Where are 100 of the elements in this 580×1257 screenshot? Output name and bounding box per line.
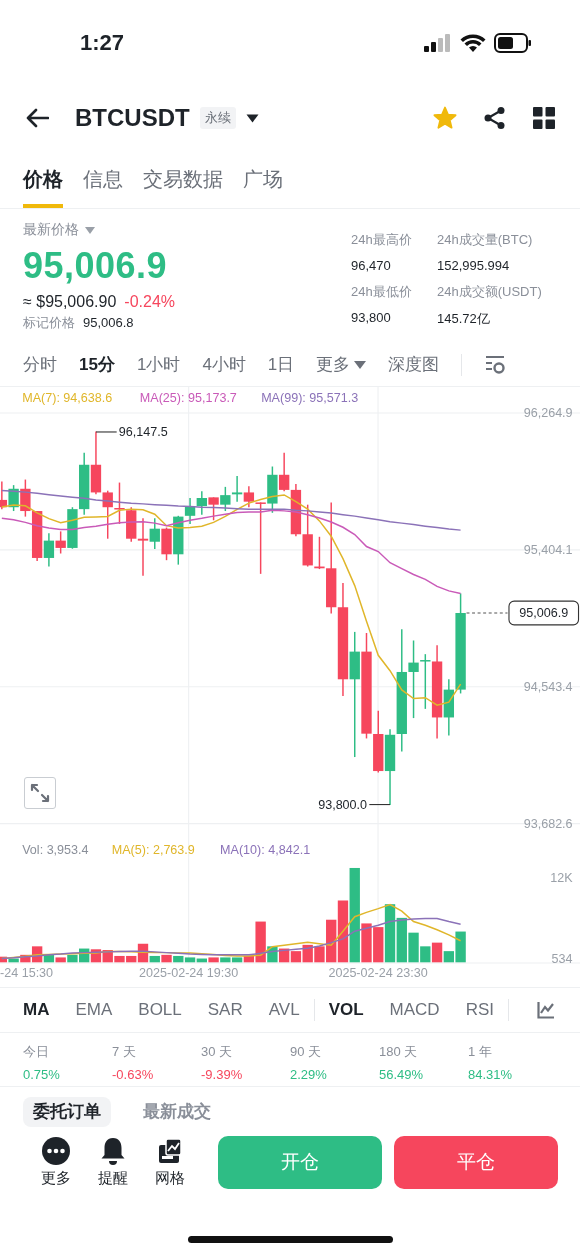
stat-label: 24h最高价 (351, 231, 413, 249)
interval-tab[interactable]: 更多 (316, 353, 367, 376)
indicator-tab[interactable]: VOL (328, 1000, 364, 1020)
status-time: 1:27 (80, 30, 125, 56)
order-tab[interactable]: 最新成交 (133, 1097, 221, 1127)
grid-menu-icon[interactable] (533, 107, 555, 129)
candlestick (90, 430, 102, 496)
time-axis-label: -24 15:30 (0, 966, 54, 981)
indicator-settings-icon[interactable] (537, 1001, 555, 1019)
volume-bar (161, 954, 172, 963)
price-axis-label: 93,682.6 (523, 817, 573, 831)
interval-tab[interactable]: 1日 (267, 353, 295, 376)
indicator-tab[interactable]: RSI (465, 1000, 494, 1020)
period-change: -0.63% (112, 1067, 155, 1082)
volume-bar (279, 948, 290, 963)
period-label: 1 年 (468, 1043, 493, 1061)
period-label: 30 天 (201, 1043, 234, 1061)
last-price-tag: 95,006.9 (508, 600, 580, 626)
mark-price: 95,006.8 (83, 315, 134, 330)
leader-line (95, 431, 118, 433)
period-label: 今日 (23, 1043, 50, 1061)
volume-legend: MA(5): 2,763.9 (111, 842, 195, 857)
interval-tab[interactable]: 4小时 (202, 353, 246, 376)
period-label: 180 天 (379, 1043, 419, 1061)
price-label: 最新价格 (23, 221, 79, 239)
price-axis-label: 95,404.1 (523, 543, 573, 558)
last-price: 95,006.9 (23, 245, 169, 287)
indicator-tab[interactable]: SAR (207, 1000, 243, 1020)
period-change: 56.49% (379, 1067, 425, 1082)
indicator-tab[interactable]: MA (23, 1000, 50, 1020)
period-label: 90 天 (290, 1043, 323, 1061)
tab[interactable]: 广场 (243, 150, 283, 208)
symbol-title: BTCUSDT (75, 104, 190, 132)
stat-value: 96,470 (351, 258, 392, 273)
chart-settings-icon[interactable] (484, 354, 507, 375)
period-change: -9.39% (201, 1067, 244, 1082)
trade-button[interactable]: 平仓 (393, 1135, 558, 1189)
stat-value: 152,995.994 (437, 258, 511, 273)
candlestick (114, 481, 125, 525)
battery-icon (494, 33, 532, 53)
price-change: -0.24% (124, 293, 175, 311)
period-change: 2.29% (290, 1067, 328, 1082)
leader-line (368, 804, 391, 806)
price-axis-label: 96,264.9 (523, 406, 573, 421)
back-arrow-icon[interactable] (25, 108, 49, 128)
volume-bar (90, 949, 102, 963)
mark-price-label: 标记价格 (23, 314, 75, 332)
high-price-label: 96,147.5 (118, 425, 168, 440)
volume-axis-label: 534 (551, 951, 573, 966)
indicator-tab[interactable]: MACD (389, 1000, 440, 1020)
volume-axis-label: 12K (550, 870, 573, 885)
stat-label: 24h最低价 (351, 283, 413, 301)
action-button[interactable]: 提醒 (84, 1136, 142, 1188)
indicator-tab[interactable]: EMA (75, 1000, 113, 1020)
candlestick (231, 475, 243, 503)
caret-icon[interactable] (245, 113, 259, 123)
action-button[interactable]: 更多 (28, 1136, 85, 1188)
time-axis-label: 2025-02-24 19:30 (139, 966, 239, 981)
order-tab[interactable]: 委托订单 (23, 1097, 111, 1127)
ma-legend: MA(25): 95,173.7 (139, 390, 237, 405)
candlestick (20, 478, 31, 518)
signal-icon (424, 34, 452, 52)
contract-badge: 永续 (199, 107, 236, 129)
volume-legend: Vol: 3,953.4 (22, 842, 89, 857)
fullscreen-button[interactable] (24, 777, 56, 809)
more-icon[interactable] (41, 1136, 72, 1166)
candlestick (290, 483, 302, 537)
period-change: 84.31% (468, 1067, 514, 1082)
candlestick (196, 490, 207, 516)
usd-price: ≈ $95,006.90 (23, 293, 117, 311)
stat-label: 24h成交额(USDT) (437, 283, 543, 301)
star-icon[interactable] (433, 106, 457, 130)
tab[interactable]: 交易数据 (143, 150, 223, 208)
action-button[interactable]: 网格 (141, 1136, 198, 1188)
stat-value: 93,800 (351, 310, 392, 325)
tab[interactable]: 信息 (83, 150, 123, 208)
candlestick (208, 496, 219, 521)
interval-tab[interactable]: 1小时 (136, 353, 181, 376)
wifi-icon (460, 33, 486, 53)
interval-tab[interactable]: 分时 (23, 353, 57, 376)
share-icon[interactable] (483, 106, 507, 130)
candlestick (8, 484, 19, 512)
candlestick (220, 486, 231, 512)
tab[interactable]: 价格 (23, 150, 63, 208)
candlestick (102, 489, 113, 540)
indicator-tab[interactable]: BOLL (138, 1000, 182, 1020)
period-label: 7 天 (112, 1043, 137, 1061)
price-axis-label: 94,543.4 (523, 680, 573, 695)
candlestick (279, 452, 290, 493)
time-axis-label: 2025-02-24 23:30 (328, 966, 428, 981)
volume-legend: MA(10): 4,842.1 (220, 842, 311, 857)
interval-tab[interactable]: 15分 (79, 353, 115, 376)
low-price-label: 93,800.0 (318, 798, 368, 813)
ma-legend: MA(7): 94,638.6 (22, 390, 113, 405)
period-change: 0.75% (23, 1067, 61, 1082)
ma-legend: MA(99): 95,571.3 (261, 390, 359, 405)
stat-label: 24h成交量(BTC) (437, 231, 534, 249)
indicator-tab[interactable]: AVL (268, 1000, 300, 1020)
interval-tab[interactable]: 深度图 (388, 353, 440, 376)
stat-value: 145.72亿 (437, 310, 491, 328)
